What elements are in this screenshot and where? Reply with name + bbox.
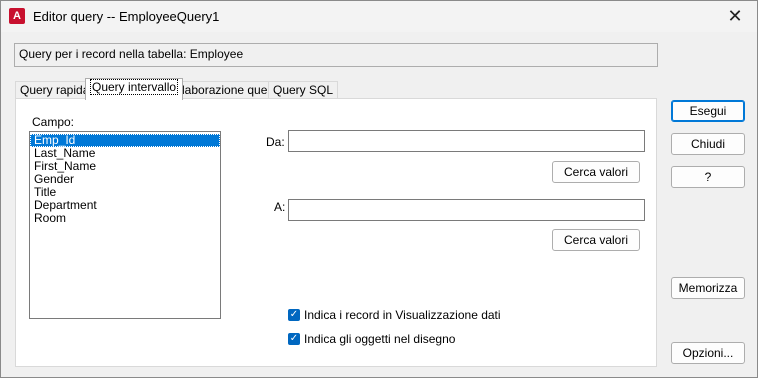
show-datasheet-label: Indica i record in Visualizzazione dati: [304, 308, 501, 322]
window-title: Editor query -- EmployeeQuery1: [33, 9, 220, 24]
to-label: A:: [274, 200, 286, 214]
tab-label: Query SQL: [273, 83, 334, 97]
table-info-box: Query per i record nella tabella: Employ…: [14, 43, 658, 67]
tab-query-rapida[interactable]: Query rapida: [15, 81, 95, 99]
lookup-from-button[interactable]: Cerca valori: [552, 161, 640, 183]
field-label: Campo:: [32, 115, 75, 129]
table-info-text: Query per i record nella tabella: Employ…: [19, 47, 244, 61]
show-datasheet-checkbox[interactable]: ✓: [288, 309, 300, 321]
from-input[interactable]: [288, 130, 645, 152]
tab-label: Query rapida: [20, 83, 90, 97]
tab-label: Query intervallo: [90, 79, 179, 95]
tab-elaborazione-query[interactable]: Elaborazione query: [169, 81, 283, 99]
close-button[interactable]: Chiudi: [671, 133, 745, 155]
close-icon[interactable]: ✕: [713, 1, 757, 32]
query-editor-dialog: A Editor query -- EmployeeQuery1 ✕ Query…: [0, 0, 758, 378]
field-listbox[interactable]: Emp_Id Last_Name First_Name Gender Title…: [29, 131, 221, 319]
list-item[interactable]: Gender: [30, 173, 220, 186]
store-button[interactable]: Memorizza: [671, 277, 745, 299]
to-input[interactable]: [288, 199, 645, 221]
options-button[interactable]: Opzioni...: [671, 342, 745, 364]
list-item[interactable]: Room: [30, 212, 220, 225]
tab-query-intervallo[interactable]: Query intervallo: [85, 78, 184, 100]
from-label: Da:: [266, 135, 285, 149]
show-drawing-label: Indica gli oggetti nel disegno: [304, 332, 456, 346]
execute-button[interactable]: Esegui: [671, 100, 745, 122]
autocad-app-icon: A: [9, 8, 25, 24]
title-bar: A Editor query -- EmployeeQuery1 ✕: [1, 1, 757, 32]
help-button[interactable]: ?: [671, 166, 745, 188]
lookup-to-button[interactable]: Cerca valori: [552, 229, 640, 251]
tab-label: Elaborazione query: [174, 83, 278, 97]
tab-query-sql[interactable]: Query SQL: [268, 81, 339, 99]
show-drawing-checkbox[interactable]: ✓: [288, 333, 300, 345]
